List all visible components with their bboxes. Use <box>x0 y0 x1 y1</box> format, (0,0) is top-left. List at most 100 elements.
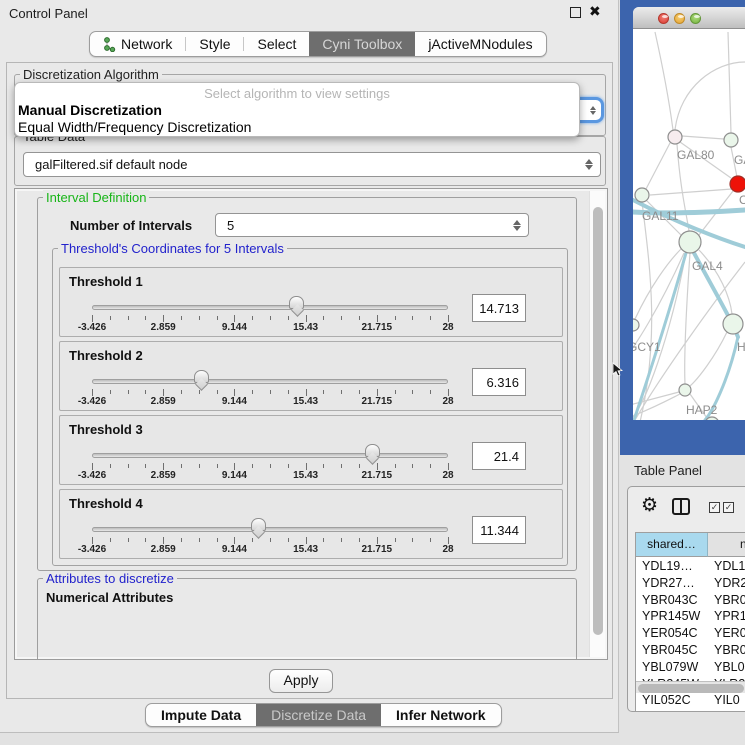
threshold-slider-thumb[interactable] <box>365 444 380 457</box>
slider-tick <box>128 390 129 394</box>
network-node-ga[interactable] <box>724 133 738 147</box>
cell-shared-name[interactable]: YBL079W <box>636 659 708 676</box>
slider-tick <box>163 389 164 396</box>
table-header: shared… na <box>636 533 745 557</box>
slider-tick-label: -3.426 <box>78 544 106 555</box>
cell-shared-name[interactable]: YBR043C <box>636 592 708 609</box>
threshold-slider-thumb[interactable] <box>194 370 209 383</box>
threshold-label: Threshold 2 <box>69 348 143 363</box>
threshold-slider-track[interactable] <box>92 305 448 310</box>
threshold-slider-thumb[interactable] <box>289 296 304 309</box>
table-row[interactable]: YDL19…YDL1 <box>636 558 745 575</box>
column-header-shared-name[interactable]: shared… <box>636 533 708 557</box>
threshold-value-field[interactable]: 6.316 <box>472 368 526 396</box>
threshold-value-field[interactable]: 11.344 <box>472 516 526 544</box>
zoom-traffic-light-icon[interactable] <box>690 13 701 24</box>
tab-network[interactable]: Network <box>90 32 185 56</box>
slider-tick <box>448 315 449 322</box>
slider-tick <box>412 316 413 320</box>
threshold-slider-thumb[interactable] <box>251 518 266 531</box>
slider-tick-label: 9.144 <box>222 544 247 555</box>
table-row[interactable]: YER054CYER0 <box>636 625 745 642</box>
select-all-columns-icon[interactable]: ✓ <box>723 502 734 513</box>
threshold-panel-2: Threshold 2-3.4262.8599.14415.4321.71528… <box>59 341 563 411</box>
close-traffic-light-icon[interactable] <box>658 13 669 24</box>
bottom-tab-infer-network[interactable]: Infer Network <box>381 704 500 726</box>
threshold-slider-track[interactable] <box>92 379 448 384</box>
float-window-icon[interactable] <box>570 7 581 18</box>
threshold-value-field[interactable]: 14.713 <box>472 294 526 322</box>
slider-tick <box>430 390 431 394</box>
bottom-tab-discretize-data[interactable]: Discretize Data <box>256 704 381 726</box>
algorithm-option-1[interactable]: Manual Discretization <box>15 102 579 119</box>
network-node-h[interactable] <box>723 314 743 334</box>
cell-name[interactable]: YDR2 <box>708 575 745 592</box>
cell-shared-name[interactable]: YDR27… <box>636 575 708 592</box>
table-row[interactable]: YPR145WYPR1 <box>636 608 745 625</box>
panel-scrollbar[interactable] <box>589 191 605 657</box>
threshold-slider-track[interactable] <box>92 527 448 532</box>
slider-tick <box>306 537 307 544</box>
table-row[interactable]: YBR043CYBR0 <box>636 592 745 609</box>
threshold-label: Threshold 3 <box>69 422 143 437</box>
gear-icon[interactable]: ⚙ <box>641 494 658 517</box>
threshold-slider-track[interactable] <box>92 453 448 458</box>
control-panel-title: Control Panel <box>9 6 88 21</box>
slider-tick <box>217 538 218 542</box>
network-canvas[interactable]: GAL80GACGAL11GAL4GCY1HHAP2 <box>633 29 745 420</box>
tab-style[interactable]: Style <box>186 32 243 56</box>
cell-shared-name[interactable]: YER054C <box>636 625 708 642</box>
num-intervals-combobox[interactable]: 5 <box>215 213 529 237</box>
slider-tick-label: 21.715 <box>362 396 393 407</box>
split-columns-icon[interactable] <box>672 498 690 515</box>
minimize-traffic-light-icon[interactable] <box>674 13 685 24</box>
table-row[interactable]: YBR045CYBR0 <box>636 642 745 659</box>
network-node-gal4[interactable] <box>679 231 701 253</box>
network-node-hap2[interactable] <box>679 384 691 396</box>
num-intervals-label: Number of Intervals <box>70 218 192 233</box>
slider-tick <box>92 389 93 396</box>
slider-tick-label: 15.43 <box>293 396 318 407</box>
network-node-c[interactable] <box>730 176 745 192</box>
tab-label: Cyni Toolbox <box>322 36 402 52</box>
slider-tick <box>359 316 360 320</box>
table-scrollbar-thumb[interactable] <box>638 684 744 693</box>
apply-button[interactable]: Apply <box>269 669 333 693</box>
panel-scrollbar-thumb[interactable] <box>593 207 603 635</box>
network-node-gal11[interactable] <box>635 188 649 202</box>
cell-name[interactable]: YPR1 <box>708 608 745 625</box>
column-header-name[interactable]: na <box>708 533 745 557</box>
node-attribute-table[interactable]: shared… na YDL19…YDL1YDR27…YDR2YBR043CYB… <box>635 532 745 712</box>
threshold-value-field[interactable]: 21.4 <box>472 442 526 470</box>
cell-name[interactable]: YER0 <box>708 625 745 642</box>
cell-name[interactable]: YDL1 <box>708 558 745 575</box>
cell-name[interactable]: YBR0 <box>708 592 745 609</box>
cell-name[interactable]: YIL0 <box>708 692 745 709</box>
slider-tick-label: 21.715 <box>362 544 393 555</box>
settings-scroll-panel: Interval Definition Number of Intervals … <box>14 188 608 660</box>
network-window-titlebar[interactable] <box>633 7 745 29</box>
slider-tick <box>448 389 449 396</box>
cell-shared-name[interactable]: YDL19… <box>636 558 708 575</box>
cell-name[interactable]: YBL0 <box>708 659 745 676</box>
table-row[interactable]: YDR27…YDR2 <box>636 575 745 592</box>
table-data-combobox[interactable]: galFiltered.sif default node <box>23 152 601 177</box>
tab-select[interactable]: Select <box>244 32 309 56</box>
tab-cyni-toolbox[interactable]: Cyni Toolbox <box>309 32 415 56</box>
bottom-tab-impute-data[interactable]: Impute Data <box>146 704 256 726</box>
algorithm-option-2[interactable]: Equal Width/Frequency Discretization <box>15 119 579 136</box>
cell-shared-name[interactable]: YIL052C <box>636 692 708 709</box>
network-node-gcy1[interactable] <box>633 319 639 331</box>
tab-label: Network <box>121 36 172 52</box>
cell-name[interactable]: YBR0 <box>708 642 745 659</box>
table-row[interactable]: YIL052CYIL0 <box>636 692 745 709</box>
tab-jactivemnodules[interactable]: jActiveMNodules <box>415 32 545 56</box>
table-horizontal-scrollbar[interactable] <box>636 681 745 693</box>
cell-shared-name[interactable]: YBR045C <box>636 642 708 659</box>
network-node-gal80[interactable] <box>668 130 682 144</box>
cell-shared-name[interactable]: YPR145W <box>636 608 708 625</box>
node-label-gal80: GAL80 <box>677 148 715 162</box>
close-icon[interactable]: ✖ <box>589 3 601 20</box>
select-columns-icon[interactable]: ✓ <box>709 502 720 513</box>
table-row[interactable]: YBL079WYBL0 <box>636 659 745 676</box>
